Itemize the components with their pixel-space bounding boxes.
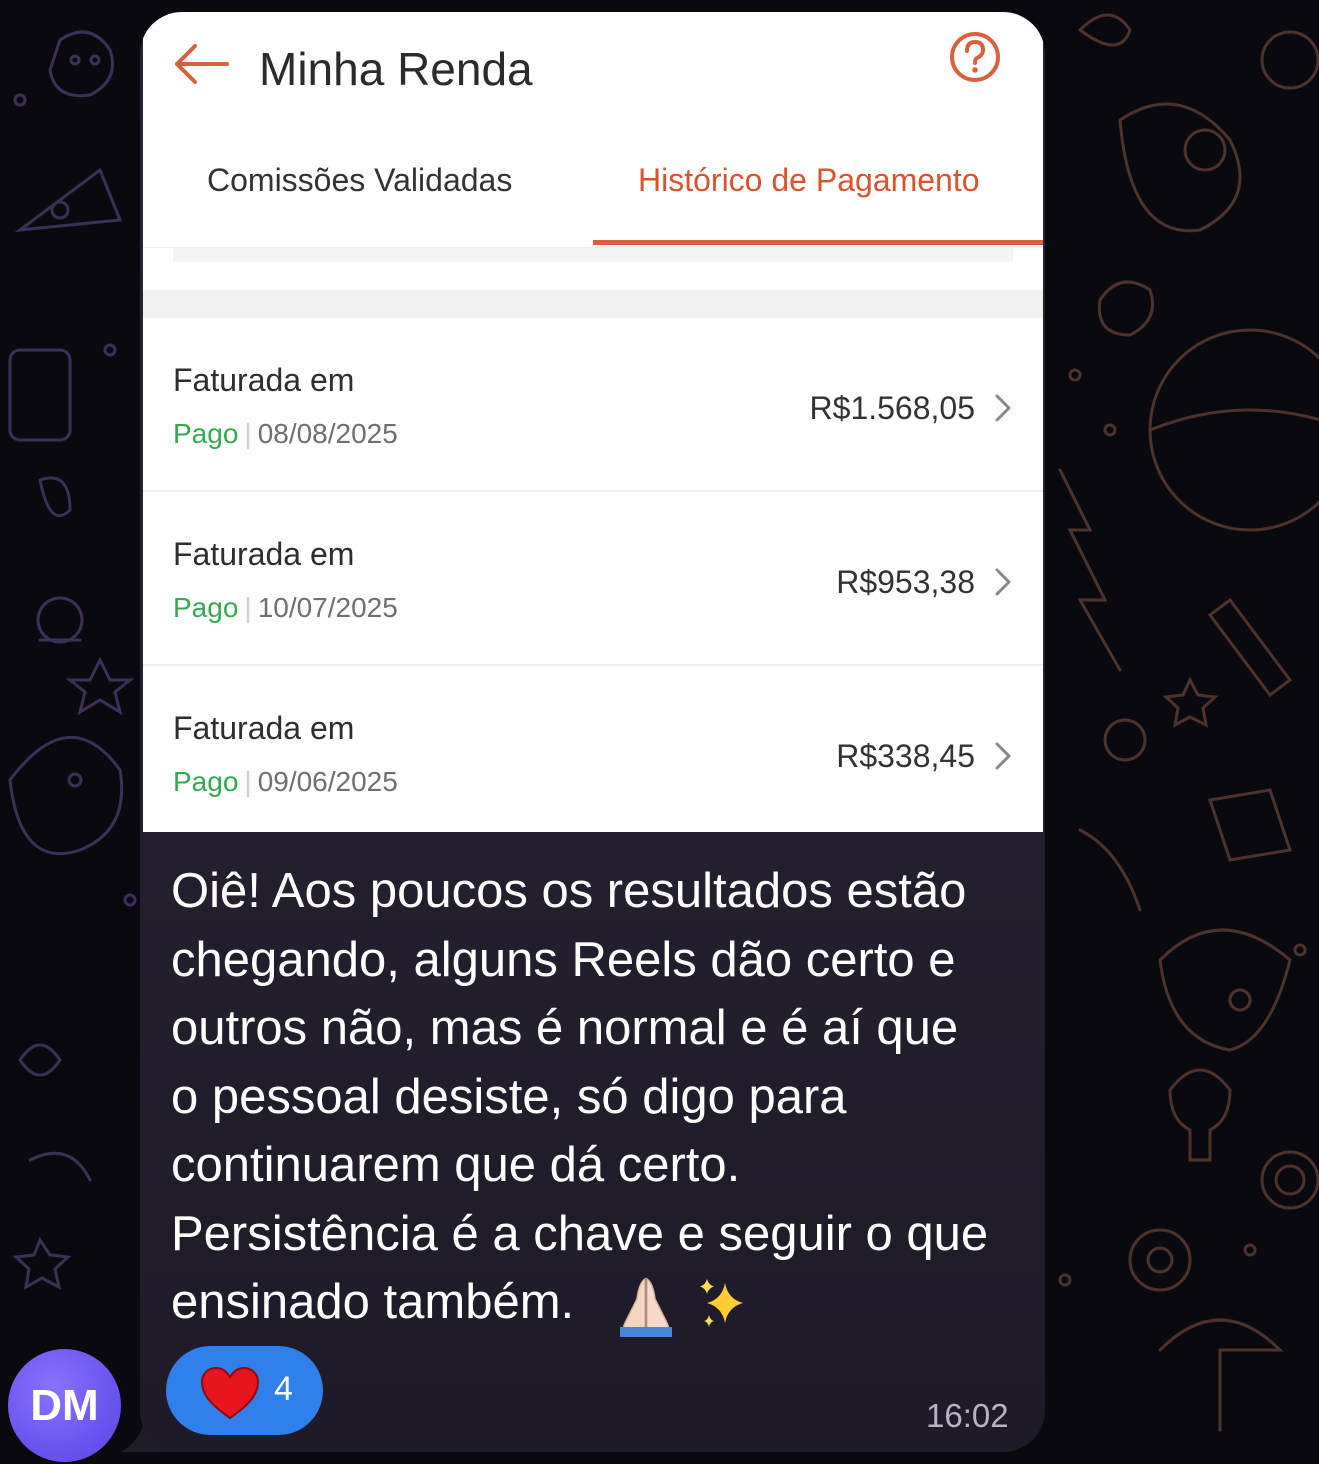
status-badge: Pago (173, 592, 239, 623)
chevron-right-icon (995, 742, 1011, 770)
status-badge: Pago (173, 766, 239, 797)
folded-hands-icon (619, 1277, 672, 1338)
row-status-line: Pago | 10/07/2025 (173, 592, 398, 624)
message-timestamp: 16:02 (926, 1397, 1009, 1434)
separator: | (244, 766, 252, 797)
row-status-line: Pago | 08/08/2025 (173, 418, 398, 450)
divider-strip (173, 248, 1013, 262)
payment-row[interactable]: Faturada em Pago | 08/08/2025 R$1.568,05 (143, 318, 1043, 492)
avatar[interactable]: DM (8, 1349, 121, 1462)
row-status-line: Pago | 09/06/2025 (173, 766, 398, 798)
section-gap (143, 290, 1043, 318)
payment-amount: R$1.568,05 (809, 390, 975, 426)
row-label: Faturada em (173, 362, 355, 398)
row-label: Faturada em (173, 536, 355, 572)
attached-screenshot[interactable]: Minha Renda Comissões Validadas Históric… (143, 12, 1043, 832)
tab-historico-pagamento[interactable]: Histórico de Pagamento (638, 162, 980, 199)
back-arrow-icon[interactable] (173, 42, 229, 86)
chevron-right-icon (995, 394, 1011, 422)
heart-icon (200, 1366, 260, 1420)
app-header: Minha Renda (143, 12, 1043, 122)
message-line: outros não, mas é normal e é aí que (171, 1001, 959, 1055)
payment-date: 08/08/2025 (257, 418, 398, 449)
payment-date: 09/06/2025 (257, 766, 398, 797)
page-title: Minha Renda (259, 43, 533, 95)
status-badge: Pago (173, 418, 239, 449)
message-line: continuarem que dá certo. (171, 1138, 741, 1192)
active-tab-indicator (593, 240, 1043, 245)
message-bubble: Minha Renda Comissões Validadas Históric… (140, 12, 1045, 1452)
tab-comissoes-validadas[interactable]: Comissões Validadas (207, 162, 512, 199)
message-line: ensinado também. (171, 1275, 575, 1329)
payment-row[interactable]: Faturada em Pago | 09/06/2025 R$338,45 (143, 666, 1043, 838)
tab-bar: Comissões Validadas Histórico de Pagamen… (143, 142, 1043, 248)
separator: | (244, 418, 252, 449)
help-icon[interactable] (948, 30, 1002, 84)
payment-amount: R$953,38 (836, 564, 975, 600)
message-line: o pessoal desiste, só digo para (171, 1069, 847, 1124)
payment-list: Faturada em Pago | 08/08/2025 R$1.568,05 F… (143, 318, 1043, 838)
reaction-pill[interactable]: 4 (166, 1346, 323, 1435)
payment-row[interactable]: Faturada em Pago | 10/07/2025 R$953,38 (143, 492, 1043, 666)
row-label: Faturada em (173, 710, 355, 746)
reaction-count: 4 (274, 1370, 293, 1408)
payment-amount: R$338,45 (836, 738, 975, 774)
message-line: chegando, alguns Reels dão certo e (171, 932, 956, 987)
message-line: Oiê! Aos poucos os resultados estão (171, 864, 967, 918)
message-line: Persistência é a chave e seguir o que (171, 1206, 989, 1261)
payment-date: 10/07/2025 (257, 592, 398, 623)
message-text: Oiê! Aos poucos os resultados estão cheg… (171, 857, 1031, 1338)
sparkles-icon (700, 1279, 744, 1328)
chevron-right-icon (995, 568, 1011, 596)
separator: | (244, 592, 252, 623)
message-last-line: ensinado também. (171, 1268, 1031, 1338)
